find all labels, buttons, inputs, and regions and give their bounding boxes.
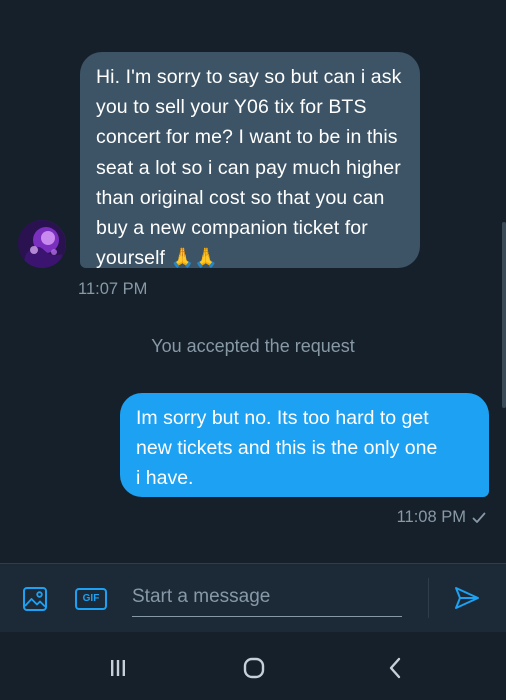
android-navigation-bar xyxy=(0,632,506,700)
outgoing-message-meta: 11:08 PM xyxy=(397,508,486,527)
image-icon[interactable] xyxy=(22,586,48,612)
request-accepted-notice: You accepted the request xyxy=(151,336,355,356)
incoming-message-text: Hi. I'm sorry to say so but can i ask yo… xyxy=(96,66,402,270)
message-input[interactable] xyxy=(132,578,402,617)
incoming-message-bubble[interactable]: Hi. I'm sorry to say so but can i ask yo… xyxy=(80,52,420,270)
back-icon[interactable] xyxy=(382,654,410,682)
outgoing-message-bubble[interactable]: Im sorry but no. Its too hard to get new… xyxy=(120,393,489,497)
outgoing-message-timestamp: 11:08 PM xyxy=(396,508,466,526)
sender-avatar[interactable] xyxy=(18,220,66,268)
scrollbar[interactable] xyxy=(502,222,506,408)
incoming-message-timestamp: 11:07 PM xyxy=(78,280,148,298)
praying-hands-emoji: 🙏🙏 xyxy=(170,248,219,270)
outgoing-message-text: Im sorry but no. Its too hard to get new… xyxy=(136,407,438,490)
message-composer: GIF xyxy=(0,563,506,632)
home-icon[interactable] xyxy=(240,654,268,682)
dm-conversation-screen: Hi. I'm sorry to say so but can i ask yo… xyxy=(0,0,506,700)
send-icon[interactable] xyxy=(453,584,481,612)
recents-icon[interactable] xyxy=(104,654,132,682)
avatar-image xyxy=(18,220,66,268)
check-icon xyxy=(472,512,486,523)
gif-button[interactable]: GIF xyxy=(75,588,107,610)
composer-divider xyxy=(428,578,429,618)
